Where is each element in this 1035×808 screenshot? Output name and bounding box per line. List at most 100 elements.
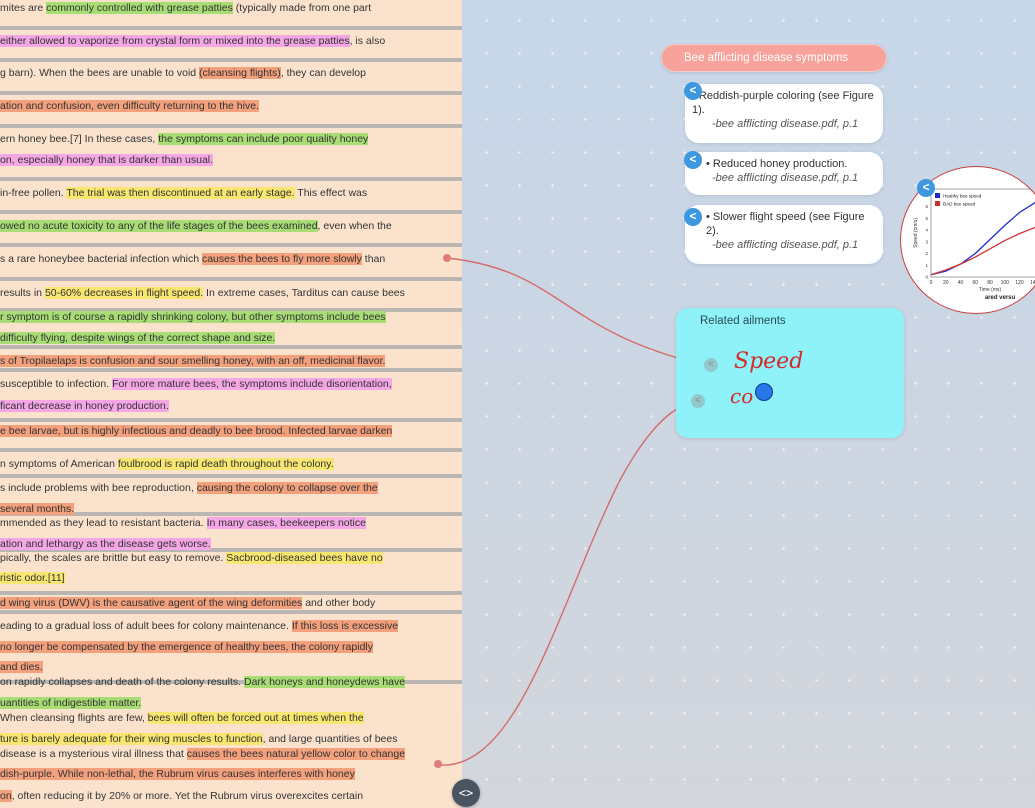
symptoms-title-pill[interactable]: Bee afflicting disease symptoms: [661, 44, 887, 72]
highlight-orange[interactable]: causes the bees to fly more slowly: [201, 253, 362, 265]
text-segment: and other body: [302, 597, 376, 609]
back-arrow-icon[interactable]: <: [917, 179, 935, 197]
highlight-green[interactable]: owed no acute toxicity to any of the lif…: [0, 220, 318, 232]
text-segment: n symptoms of American: [0, 458, 118, 470]
text-segment: , often reducing it by 20% or more. Yet …: [11, 790, 364, 802]
highlight-orange[interactable]: (cleansing flights): [199, 67, 281, 79]
symptom-card[interactable]: • Slower flight speed (see Figure 2). -b…: [685, 205, 883, 264]
highlight-green[interactable]: difficulty flying, despite wings of the …: [0, 332, 276, 344]
document-line[interactable]: several months.: [0, 503, 462, 515]
highlight-orange[interactable]: e bee larvae, but is highly infectious a…: [0, 425, 393, 437]
back-arrow-icon[interactable]: <: [684, 208, 702, 226]
link-port-in[interactable]: <: [704, 358, 718, 372]
y-tick-label: 6: [925, 204, 928, 209]
highlight-pink[interactable]: In many cases, beekeepers notice: [206, 517, 366, 529]
text-segment: susceptible to infection.: [0, 378, 113, 390]
document-line[interactable]: ation and lethargy as the disease gets w…: [0, 538, 462, 550]
document-line[interactable]: mites are commonly controlled with greas…: [0, 2, 462, 14]
document-line[interactable]: s a rare honeybee bacterial infection wh…: [0, 253, 462, 265]
highlight-yellow[interactable]: 50-60% decreases in flight speed.: [44, 287, 204, 299]
document-line[interactable]: s of Tropilaelaps is confusion and sour …: [0, 355, 462, 367]
panel-toggle-button[interactable]: <>: [452, 779, 480, 807]
document-line[interactable]: no longer be compensated by the emergenc…: [0, 641, 462, 653]
highlight-yellow[interactable]: foulbrood is rapid death throughout the …: [117, 458, 334, 470]
highlight-yellow[interactable]: bees will often be forced out at times w…: [147, 712, 364, 724]
text-segment: on rapidly collapses and death of the co…: [0, 676, 244, 688]
highlight-orange[interactable]: If this loss is excessive: [291, 620, 399, 632]
link-port-in[interactable]: <: [691, 394, 705, 408]
document-line[interactable]: susceptible to infection. For more matur…: [0, 378, 462, 390]
highlight-yellow[interactable]: ture is barely adequate for their wing m…: [0, 733, 263, 745]
symptom-card[interactable]: • Reduced honey production. -bee afflict…: [685, 152, 883, 195]
text-segment: mmended as they lead to resistant bacter…: [0, 517, 207, 529]
symptom-text: • Slower flight speed (see Figure 2).: [706, 211, 865, 237]
document-line[interactable]: s include problems with bee reproduction…: [0, 482, 462, 494]
highlight-pink[interactable]: ation and lethargy as the disease gets w…: [0, 538, 211, 550]
related-ailments-card[interactable]: Related ailments < < Speed co: [676, 308, 904, 438]
highlight-pink[interactable]: on, especially honey that is darker than…: [0, 154, 214, 166]
highlight-yellow[interactable]: Sacbrood-diseased bees have no: [226, 552, 383, 564]
document-line[interactable]: mmended as they lead to resistant bacter…: [0, 517, 462, 529]
y-axis-label: Speed (cm/s): [913, 218, 919, 248]
highlight-orange[interactable]: and dies.: [0, 661, 43, 673]
document-panel[interactable]: mites are commonly controlled with greas…: [0, 0, 462, 808]
x-tick-label: 140: [1030, 280, 1035, 286]
document-line[interactable]: g barn). When the bees are unable to voi…: [0, 67, 462, 79]
document-line[interactable]: ficant decrease in honey production.: [0, 400, 462, 412]
document-line[interactable]: either allowed to vaporize from crystal …: [0, 35, 462, 47]
document-line[interactable]: d wing virus (DWV) is the causative agen…: [0, 597, 462, 609]
paragraph-divider: [0, 177, 462, 181]
document-line[interactable]: on rapidly collapses and death of the co…: [0, 676, 462, 688]
highlight-green[interactable]: Dark honeys and honeydews have: [243, 676, 406, 688]
document-line[interactable]: pically, the scales are brittle but easy…: [0, 552, 462, 564]
back-arrow-icon[interactable]: <: [684, 82, 702, 100]
document-line[interactable]: and dies.: [0, 661, 462, 673]
symptom-source: -bee afflicting disease.pdf, p.1: [712, 118, 859, 130]
document-line[interactable]: on, often reducing it by 20% or more. Ye…: [0, 790, 462, 802]
highlight-green[interactable]: the symptoms can include poor quality ho…: [158, 133, 369, 145]
document-line[interactable]: in-free pollen. The trial was then disco…: [0, 187, 462, 199]
highlight-pink[interactable]: For more mature bees, the symptoms inclu…: [112, 378, 392, 390]
document-line[interactable]: r symptom is of course a rapidly shrinki…: [0, 311, 462, 323]
x-tick-label: 120: [1015, 280, 1024, 286]
document-line[interactable]: owed no acute toxicity to any of the lif…: [0, 220, 462, 232]
highlight-orange[interactable]: causes the bees natural yellow color to …: [186, 748, 406, 760]
highlight-orange[interactable]: on: [0, 790, 12, 802]
highlight-orange[interactable]: several months.: [0, 503, 75, 515]
document-line[interactable]: results in 50-60% decreases in flight sp…: [0, 287, 462, 299]
document-line[interactable]: ern honey bee.[7] In these cases, the sy…: [0, 133, 462, 145]
highlight-orange[interactable]: s of Tropilaelaps is confusion and sour …: [0, 355, 386, 367]
document-line[interactable]: n symptoms of American foulbrood is rapi…: [0, 458, 462, 470]
symptoms-title: Bee afflicting disease symptoms: [684, 52, 849, 64]
document-line[interactable]: eading to a gradual loss of adult bees f…: [0, 620, 462, 632]
document-line[interactable]: difficulty flying, despite wings of the …: [0, 332, 462, 344]
highlight-yellow[interactable]: ristic odor.[11]: [0, 572, 65, 584]
series-line-0: [930, 202, 1035, 276]
document-line[interactable]: dish-purple. While non-lethal, the Rubru…: [0, 768, 462, 780]
document-line[interactable]: When cleansing flights are few, bees wil…: [0, 712, 462, 724]
highlight-pink[interactable]: ficant decrease in honey production.: [0, 400, 169, 412]
text-segment: g barn). When the bees are unable to voi…: [0, 67, 200, 79]
highlight-orange[interactable]: no longer be compensated by the emergenc…: [0, 641, 373, 653]
highlight-yellow[interactable]: The trial was then discontinued at an ea…: [66, 187, 295, 199]
back-arrow-icon[interactable]: <: [684, 151, 702, 169]
document-line[interactable]: disease is a mysterious viral illness th…: [0, 748, 462, 760]
highlight-green[interactable]: uantities of indigestible matter.: [0, 697, 142, 709]
text-segment: in-free pollen.: [0, 187, 67, 199]
highlight-pink[interactable]: either allowed to vaporize from crystal …: [0, 35, 350, 47]
document-line[interactable]: uantities of indigestible matter.: [0, 697, 462, 709]
document-line[interactable]: e bee larvae, but is highly infectious a…: [0, 425, 462, 437]
symptom-card[interactable]: • Reddish-purple coloring (see Figure 1)…: [685, 84, 883, 143]
paragraph-divider: [0, 26, 462, 30]
highlight-orange[interactable]: dish-purple. While non-lethal, the Rubru…: [0, 768, 355, 780]
document-line[interactable]: on, especially honey that is darker than…: [0, 154, 462, 166]
highlight-orange[interactable]: causing the colony to collapse over the: [196, 482, 378, 494]
document-line[interactable]: ation and confusion, even difficulty ret…: [0, 100, 462, 112]
highlight-green[interactable]: commonly controlled with grease patties: [46, 2, 233, 14]
document-line[interactable]: ristic odor.[11]: [0, 572, 462, 584]
text-segment: results in: [0, 287, 45, 299]
highlight-orange[interactable]: d wing virus (DWV) is the causative agen…: [0, 597, 303, 609]
document-line[interactable]: ture is barely adequate for their wing m…: [0, 733, 462, 745]
highlight-orange[interactable]: ation and confusion, even difficulty ret…: [0, 100, 259, 112]
highlight-green[interactable]: r symptom is of course a rapidly shrinki…: [0, 311, 386, 323]
